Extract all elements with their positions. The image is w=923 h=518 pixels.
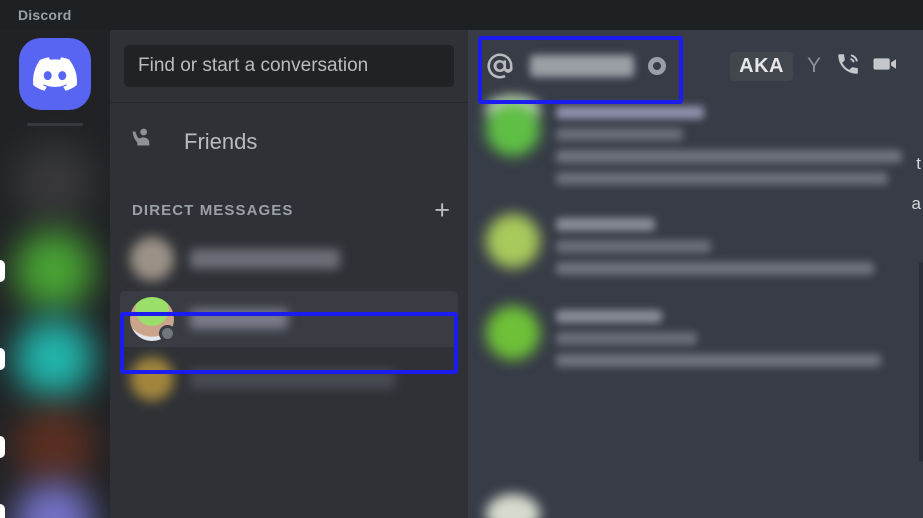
chat-panel: AKA Y t a [468, 30, 923, 518]
list-item[interactable] [120, 291, 458, 347]
cutoff-character: t [916, 154, 921, 173]
message-body [556, 214, 909, 284]
message-item [468, 286, 923, 378]
server-unread-indicator [0, 260, 5, 282]
message-author-redacted [556, 310, 662, 323]
video-camera-icon [873, 57, 896, 70]
search-placeholder-text: Find or start a conversation [138, 55, 369, 76]
status-badge [159, 325, 176, 342]
server-rail[interactable] [0, 30, 110, 518]
search-input[interactable]: Find or start a conversation [124, 45, 454, 87]
header-divider [682, 49, 683, 83]
list-item[interactable] [120, 231, 458, 287]
cutoff-character: a [911, 194, 921, 213]
chat-recipient-name-redacted [530, 55, 634, 77]
server-unread-indicator [0, 348, 5, 370]
y-glyph: Y [806, 54, 821, 77]
message-body [556, 102, 909, 194]
avatar [486, 214, 540, 268]
search-bar-container: Find or start a conversation [110, 30, 468, 102]
message-body [556, 306, 909, 376]
avatar [130, 357, 174, 401]
avatar [486, 102, 540, 156]
message-item [468, 102, 923, 196]
avatar [130, 297, 176, 342]
message-author-redacted [556, 218, 655, 231]
rail-divider [27, 123, 83, 126]
dm-name-redacted [190, 369, 395, 389]
aka-badge: AKA [730, 51, 793, 81]
message-text-redacted [556, 262, 874, 275]
status-circle-icon [648, 57, 666, 75]
title-bar: Discord [0, 0, 923, 30]
chat-header: AKA Y [468, 30, 923, 102]
discord-logo-icon [33, 57, 77, 91]
server-unread-indicator [0, 436, 5, 458]
phone-call-icon [838, 53, 858, 74]
direct-messages-title: DIRECT MESSAGES [132, 201, 294, 219]
at-sign-icon [482, 48, 518, 84]
sidebar-item-friends[interactable]: Friends [120, 117, 458, 167]
message-list[interactable]: t a [468, 96, 923, 518]
chat-header-actions: AKA Y [730, 49, 909, 84]
server-icon-2[interactable] [14, 230, 94, 310]
message-item [468, 196, 923, 286]
scrollbar[interactable] [919, 262, 923, 462]
direct-messages-header: DIRECT MESSAGES + [110, 193, 468, 227]
home-button[interactable] [19, 38, 91, 110]
start-video-call-button[interactable] [871, 49, 901, 84]
message-text-redacted [556, 240, 712, 253]
start-voice-call-button[interactable] [835, 51, 861, 82]
server-icon-3[interactable] [14, 318, 94, 398]
app-wordmark: Discord [18, 7, 72, 23]
message-text-redacted [556, 172, 888, 185]
message-text-redacted [556, 128, 684, 141]
friends-label: Friends [184, 129, 258, 154]
avatar [130, 237, 174, 281]
dm-sidebar: Find or start a conversation Friends DIR… [110, 30, 468, 518]
friends-icon [132, 128, 150, 146]
list-item[interactable] [120, 351, 458, 407]
message-text-redacted [556, 332, 698, 345]
avatar [486, 494, 540, 518]
message-author-redacted [556, 106, 705, 119]
avatar [486, 306, 540, 360]
plus-icon[interactable]: + [434, 197, 450, 224]
discord-window: Discord Find or start a conversation Fri… [0, 0, 923, 518]
message-text-redacted [556, 354, 881, 367]
server-icon-5[interactable] [14, 482, 94, 518]
server-icon-4[interactable] [14, 406, 94, 486]
server-icon-1[interactable] [14, 142, 94, 222]
sidebar-divider [110, 102, 468, 103]
dm-name-redacted [190, 309, 288, 329]
server-unread-indicator [0, 504, 5, 518]
dm-name-redacted [190, 249, 340, 269]
message-text-redacted [556, 150, 902, 163]
